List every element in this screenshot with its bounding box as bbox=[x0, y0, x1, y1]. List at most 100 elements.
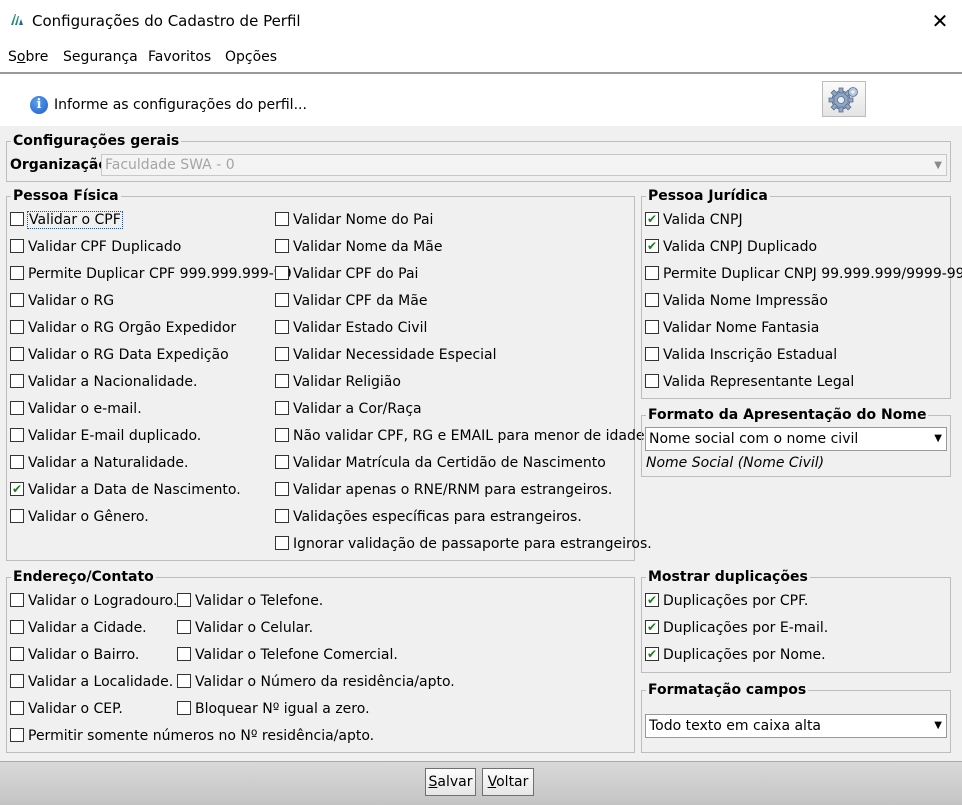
checkbox-unchecked-icon[interactable] bbox=[10, 266, 24, 280]
checkbox-checked-icon[interactable]: ✔ bbox=[645, 593, 659, 607]
voltar-button[interactable]: Voltar bbox=[482, 768, 534, 796]
checkbox-validar-a-cidade[interactable]: Validar a Cidade. bbox=[10, 620, 147, 640]
checkbox-unchecked-icon[interactable] bbox=[645, 320, 659, 334]
checkbox-valida-cnpj[interactable]: ✔ Valida CNPJ bbox=[645, 212, 743, 232]
checkbox-bloquear-n-igual-a-zero[interactable]: Bloquear Nº igual a zero. bbox=[177, 701, 370, 721]
checkbox-unchecked-icon[interactable] bbox=[10, 347, 24, 361]
checkbox-validar-o-telefone[interactable]: Validar o Telefone. bbox=[177, 593, 323, 613]
checkbox-unchecked-icon[interactable] bbox=[645, 374, 659, 388]
checkbox-ignorar-validacao-de-passaporte-para-estrangeiros[interactable]: Ignorar validação de passaporte para est… bbox=[275, 536, 652, 556]
checkbox-unchecked-icon[interactable] bbox=[275, 293, 289, 307]
checkbox-duplicacoes-por-e-mail[interactable]: ✔ Duplicações por E-mail. bbox=[645, 620, 828, 640]
checkbox-validar-a-cor-raca[interactable]: Validar a Cor/Raça bbox=[275, 401, 422, 421]
checkbox-validar-e-mail-duplicado[interactable]: Validar E-mail duplicado. bbox=[10, 428, 201, 448]
checkbox-unchecked-icon[interactable] bbox=[177, 647, 191, 661]
checkbox-unchecked-icon[interactable] bbox=[10, 320, 24, 334]
checkbox-valida-representante-legal[interactable]: Valida Representante Legal bbox=[645, 374, 854, 394]
checkbox-validacoes-especificas-para-estrangeiros[interactable]: Validações específicas para estrangeiros… bbox=[275, 509, 582, 529]
checkbox-validar-cpf-do-pai[interactable]: Validar CPF do Pai bbox=[275, 266, 418, 286]
checkbox-duplicacoes-por-nome[interactable]: ✔ Duplicações por Nome. bbox=[645, 647, 826, 667]
checkbox-unchecked-icon[interactable] bbox=[177, 674, 191, 688]
checkbox-unchecked-icon[interactable] bbox=[10, 674, 24, 688]
checkbox-validar-o-genero[interactable]: Validar o Gênero. bbox=[10, 509, 149, 529]
checkbox-unchecked-icon[interactable] bbox=[10, 593, 24, 607]
menu-seguranca[interactable]: Segurança bbox=[63, 49, 138, 65]
checkbox-validar-o-rg[interactable]: Validar o RG bbox=[10, 293, 114, 313]
checkbox-validar-apenas-o-rne-rnm-para-estrangeiros[interactable]: Validar apenas o RNE/RNM para estrangeir… bbox=[275, 482, 612, 502]
checkbox-validar-a-localidade[interactable]: Validar a Localidade. bbox=[10, 674, 173, 694]
checkbox-unchecked-icon[interactable] bbox=[10, 647, 24, 661]
checkbox-validar-cpf-da-mae[interactable]: Validar CPF da Mãe bbox=[275, 293, 427, 313]
checkbox-valida-cnpj-duplicado[interactable]: ✔ Valida CNPJ Duplicado bbox=[645, 239, 817, 259]
checkbox-validar-nome-fantasia[interactable]: Validar Nome Fantasia bbox=[645, 320, 819, 340]
checkbox-checked-icon[interactable]: ✔ bbox=[645, 212, 659, 226]
close-button[interactable]: ✕ bbox=[918, 4, 962, 38]
checkbox-unchecked-icon[interactable] bbox=[275, 212, 289, 226]
checkbox-unchecked-icon[interactable] bbox=[275, 266, 289, 280]
checkbox-unchecked-icon[interactable] bbox=[275, 455, 289, 469]
checkbox-permite-duplicar-cpf-999-999-999-99[interactable]: Permite Duplicar CPF 999.999.999-99 bbox=[10, 266, 292, 286]
checkbox-validar-o-telefone-comercial[interactable]: Validar o Telefone Comercial. bbox=[177, 647, 398, 667]
checkbox-unchecked-icon[interactable] bbox=[275, 320, 289, 334]
checkbox-valida-nome-impressao[interactable]: Valida Nome Impressão bbox=[645, 293, 828, 313]
checkbox-checked-icon[interactable]: ✔ bbox=[10, 482, 24, 496]
checkbox-unchecked-icon[interactable] bbox=[177, 593, 191, 607]
menu-sobre[interactable]: Sobre bbox=[8, 49, 48, 65]
checkbox-unchecked-icon[interactable] bbox=[10, 212, 24, 226]
checkbox-unchecked-icon[interactable] bbox=[645, 293, 659, 307]
checkbox-unchecked-icon[interactable] bbox=[10, 701, 24, 715]
checkbox-unchecked-icon[interactable] bbox=[275, 482, 289, 496]
checkbox-validar-o-celular[interactable]: Validar o Celular. bbox=[177, 620, 313, 640]
checkbox-unchecked-icon[interactable] bbox=[10, 728, 24, 742]
checkbox-validar-o-logradouro[interactable]: Validar o Logradouro. bbox=[10, 593, 177, 613]
checkbox-unchecked-icon[interactable] bbox=[10, 455, 24, 469]
checkbox-unchecked-icon[interactable] bbox=[10, 293, 24, 307]
menu-opcoes[interactable]: Opções bbox=[225, 49, 277, 65]
checkbox-checked-icon[interactable]: ✔ bbox=[645, 620, 659, 634]
formatacao-select[interactable]: Todo texto em caixa alta ▼ bbox=[645, 714, 947, 738]
checkbox-validar-religiao[interactable]: Validar Religião bbox=[275, 374, 401, 394]
checkbox-validar-a-nacionalidade[interactable]: Validar a Nacionalidade. bbox=[10, 374, 197, 394]
checkbox-validar-o-rg-data-expedicao[interactable]: Validar o RG Data Expedição bbox=[10, 347, 229, 367]
checkbox-unchecked-icon[interactable] bbox=[275, 374, 289, 388]
checkbox-nao-validar-cpf-rg-e-email-para-menor-de-idade[interactable]: Não validar CPF, RG e EMAIL para menor d… bbox=[275, 428, 644, 448]
checkbox-unchecked-icon[interactable] bbox=[645, 266, 659, 280]
checkbox-unchecked-icon[interactable] bbox=[645, 347, 659, 361]
checkbox-unchecked-icon[interactable] bbox=[275, 428, 289, 442]
menu-favoritos[interactable]: Favoritos bbox=[148, 49, 211, 65]
checkbox-permite-duplicar-cnpj-99-999-999-9999-99[interactable]: Permite Duplicar CNPJ 99.999.999/9999-99 bbox=[645, 266, 962, 286]
checkbox-validar-nome-da-mae[interactable]: Validar Nome da Mãe bbox=[275, 239, 442, 259]
checkbox-valida-inscricao-estadual[interactable]: Valida Inscrição Estadual bbox=[645, 347, 837, 367]
checkbox-validar-a-data-de-nascimento[interactable]: ✔ Validar a Data de Nascimento. bbox=[10, 482, 241, 502]
checkbox-validar-matricula-da-certidao-de-nascimento[interactable]: Validar Matrícula da Certidão de Nascime… bbox=[275, 455, 606, 475]
checkbox-validar-o-bairro[interactable]: Validar o Bairro. bbox=[10, 647, 139, 667]
salvar-button[interactable]: Salvar bbox=[425, 768, 476, 796]
checkbox-unchecked-icon[interactable] bbox=[10, 509, 24, 523]
checkbox-validar-o-cpf[interactable]: Validar o CPF bbox=[10, 211, 123, 232]
checkbox-unchecked-icon[interactable] bbox=[275, 239, 289, 253]
checkbox-checked-icon[interactable]: ✔ bbox=[645, 239, 659, 253]
checkbox-validar-necessidade-especial[interactable]: Validar Necessidade Especial bbox=[275, 347, 497, 367]
organizacao-select[interactable]: Faculdade SWA - 0 ▼ bbox=[101, 154, 947, 176]
checkbox-validar-o-rg-orgao-expedidor[interactable]: Validar o RG Orgão Expedidor bbox=[10, 320, 236, 340]
checkbox-unchecked-icon[interactable] bbox=[10, 401, 24, 415]
checkbox-permitir-somente-numeros-no-n-residencia-apto[interactable]: Permitir somente números no Nº residênci… bbox=[10, 728, 374, 748]
checkbox-unchecked-icon[interactable] bbox=[177, 620, 191, 634]
checkbox-validar-nome-do-pai[interactable]: Validar Nome do Pai bbox=[275, 212, 433, 232]
checkbox-unchecked-icon[interactable] bbox=[10, 428, 24, 442]
checkbox-duplicacoes-por-cpf[interactable]: ✔ Duplicações por CPF. bbox=[645, 593, 808, 613]
checkbox-unchecked-icon[interactable] bbox=[177, 701, 191, 715]
checkbox-unchecked-icon[interactable] bbox=[10, 620, 24, 634]
checkbox-unchecked-icon[interactable] bbox=[10, 374, 24, 388]
checkbox-unchecked-icon[interactable] bbox=[275, 347, 289, 361]
settings-button[interactable] bbox=[822, 81, 866, 117]
checkbox-unchecked-icon[interactable] bbox=[275, 401, 289, 415]
checkbox-validar-cpf-duplicado[interactable]: Validar CPF Duplicado bbox=[10, 239, 181, 259]
checkbox-validar-estado-civil[interactable]: Validar Estado Civil bbox=[275, 320, 427, 340]
checkbox-checked-icon[interactable]: ✔ bbox=[645, 647, 659, 661]
checkbox-validar-o-numero-da-residencia-apto[interactable]: Validar o Número da residência/apto. bbox=[177, 674, 455, 694]
checkbox-unchecked-icon[interactable] bbox=[275, 536, 289, 550]
checkbox-unchecked-icon[interactable] bbox=[10, 239, 24, 253]
formato-nome-select[interactable]: Nome social com o nome civil ▼ bbox=[645, 427, 947, 451]
checkbox-unchecked-icon[interactable] bbox=[275, 509, 289, 523]
